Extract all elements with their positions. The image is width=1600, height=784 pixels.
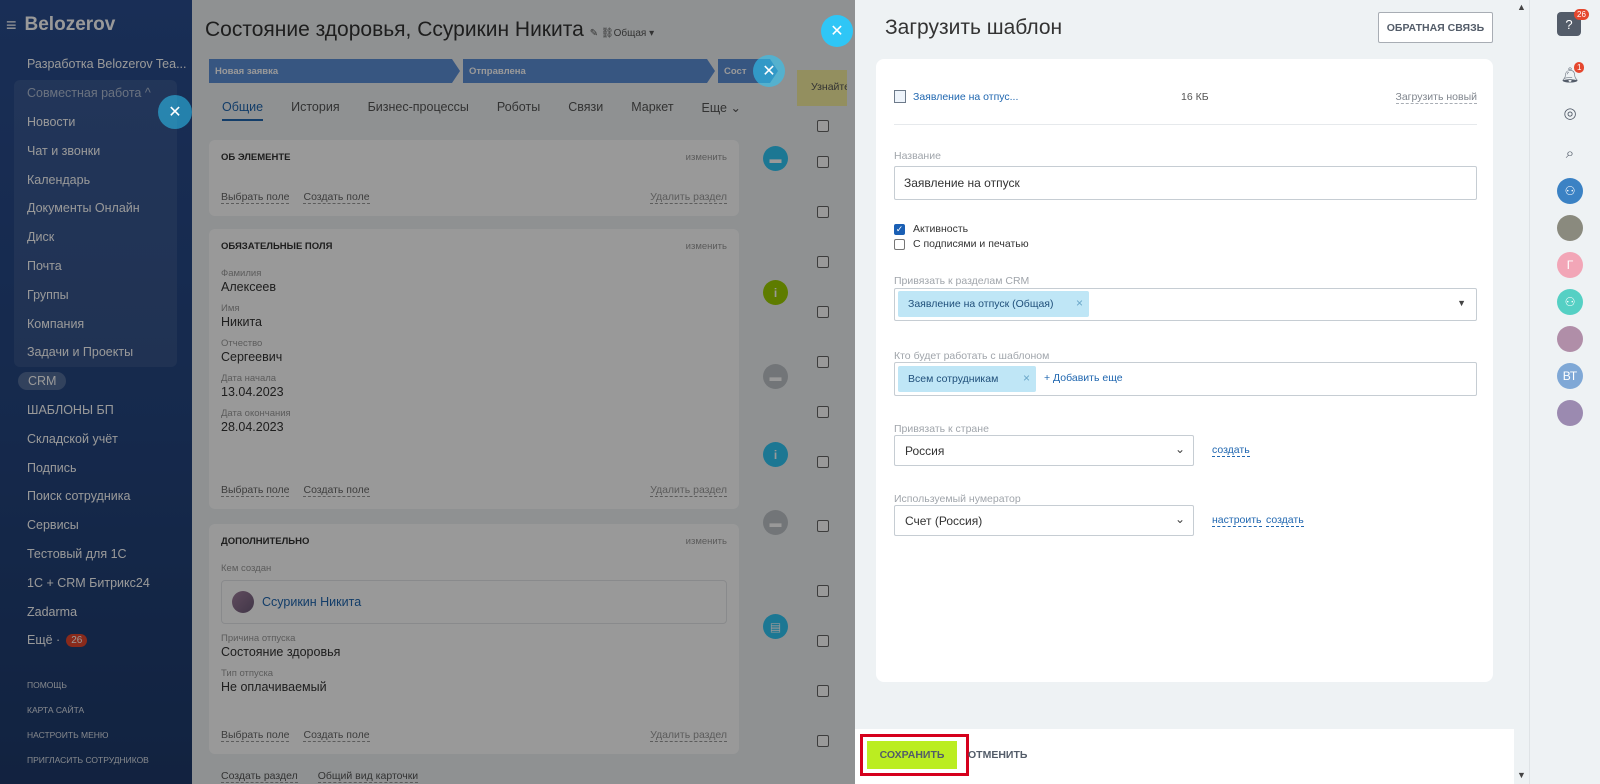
group-chat-icon[interactable]: ⚇ bbox=[1557, 178, 1583, 204]
save-button[interactable]: СОХРАНИТЬ bbox=[867, 741, 957, 769]
numerator-select[interactable]: Счет (Россия) ⌄ bbox=[894, 505, 1194, 536]
country-create-link[interactable]: создать bbox=[1212, 444, 1250, 457]
panel-scrollbar[interactable]: ▲ ▼ bbox=[1514, 0, 1530, 784]
team-icon[interactable]: ⚇ bbox=[1557, 289, 1583, 315]
save-highlight: СОХРАНИТЬ bbox=[860, 734, 969, 776]
who-works-label: Кто будет работать с шаблоном bbox=[894, 350, 1050, 362]
file-row: Заявление на отпус... 16 КБ Загрузить но… bbox=[894, 89, 1477, 125]
active-label: Активность bbox=[913, 223, 969, 235]
employees-tag: Всем сотрудникам × bbox=[898, 366, 1036, 392]
scroll-up-icon[interactable]: ▲ bbox=[1517, 2, 1526, 12]
right-toolbar: ▲ ▼ ? 26 🔔︎ 1 ◎ ⌕ ⚇ Г ⚇ ВТ bbox=[1514, 0, 1600, 784]
name-label: Название bbox=[894, 150, 941, 162]
crm-tag-label: Заявление на отпуск (Общая) bbox=[908, 298, 1054, 310]
country-select[interactable]: Россия ⌄ bbox=[894, 435, 1194, 466]
employees-tag-label: Всем сотрудникам bbox=[908, 373, 999, 385]
name-input[interactable]: Заявление на отпуск bbox=[894, 166, 1477, 200]
file-size: 16 КБ bbox=[1181, 91, 1209, 103]
crm-sections-label: Привязать к разделам CRM bbox=[894, 275, 1030, 287]
remove-tag-icon[interactable]: × bbox=[1023, 371, 1030, 385]
panel-title: Загрузить шаблон bbox=[885, 16, 1063, 39]
document-icon bbox=[894, 90, 906, 103]
remove-tag-icon[interactable]: × bbox=[1076, 296, 1083, 310]
active-checkbox[interactable]: ✓ bbox=[894, 223, 905, 235]
numerator-configure-link[interactable]: настроить bbox=[1212, 514, 1262, 527]
file-name-link[interactable]: Заявление на отпус... bbox=[913, 91, 1018, 103]
dropdown-arrow-icon[interactable]: ▼ bbox=[1457, 298, 1466, 308]
crm-section-tag: Заявление на отпуск (Общая) × bbox=[898, 291, 1089, 317]
upload-new-link[interactable]: Загрузить новый bbox=[1395, 91, 1477, 104]
signatures-label: С подписями и печатью bbox=[913, 238, 1029, 250]
avatar[interactable]: Г bbox=[1557, 252, 1583, 278]
close-icon[interactable]: ✕ bbox=[753, 55, 785, 87]
avatar[interactable]: ВТ bbox=[1557, 363, 1583, 389]
numerator-label: Используемый нумератор bbox=[894, 493, 1021, 505]
numerator-value: Счет (Россия) bbox=[905, 513, 983, 528]
avatar[interactable] bbox=[1557, 400, 1583, 426]
chevron-down-icon: ⌄ bbox=[1174, 442, 1185, 456]
signatures-checkbox[interactable] bbox=[894, 238, 905, 250]
country-label: Привязать к стране bbox=[894, 423, 989, 435]
panel-footer: СОХРАНИТЬ ОТМЕНИТЬ bbox=[855, 729, 1514, 784]
signatures-checkbox-row[interactable]: С подписями и печатью bbox=[894, 238, 1029, 250]
chevron-down-icon: ⌄ bbox=[1174, 512, 1185, 526]
cancel-button[interactable]: ОТМЕНИТЬ bbox=[968, 749, 1027, 761]
avatar[interactable] bbox=[1557, 215, 1583, 241]
upload-template-panel: Загрузить шаблон ОБРАТНАЯ СВЯЗЬ Заявлени… bbox=[855, 0, 1514, 784]
modal-overlay[interactable] bbox=[0, 0, 855, 784]
template-form: Заявление на отпус... 16 КБ Загрузить но… bbox=[876, 59, 1493, 682]
search-icon[interactable]: ⌕ bbox=[1557, 140, 1583, 166]
chat-icon[interactable]: ◎ bbox=[1557, 100, 1583, 126]
active-checkbox-row[interactable]: ✓ Активность bbox=[894, 223, 968, 235]
help-badge: 26 bbox=[1574, 9, 1589, 20]
avatar[interactable] bbox=[1557, 326, 1583, 352]
scroll-down-icon[interactable]: ▼ bbox=[1517, 770, 1526, 780]
panel-close-icon[interactable]: ✕ bbox=[821, 15, 853, 47]
feedback-button[interactable]: ОБРАТНАЯ СВЯЗЬ bbox=[1378, 12, 1493, 43]
numerator-create-link[interactable]: создать bbox=[1266, 514, 1304, 527]
add-more-link[interactable]: + Добавить еще bbox=[1044, 372, 1123, 384]
close-icon[interactable]: ✕ bbox=[158, 95, 192, 129]
country-value: Россия bbox=[905, 443, 945, 458]
notify-badge: 1 bbox=[1574, 62, 1585, 73]
